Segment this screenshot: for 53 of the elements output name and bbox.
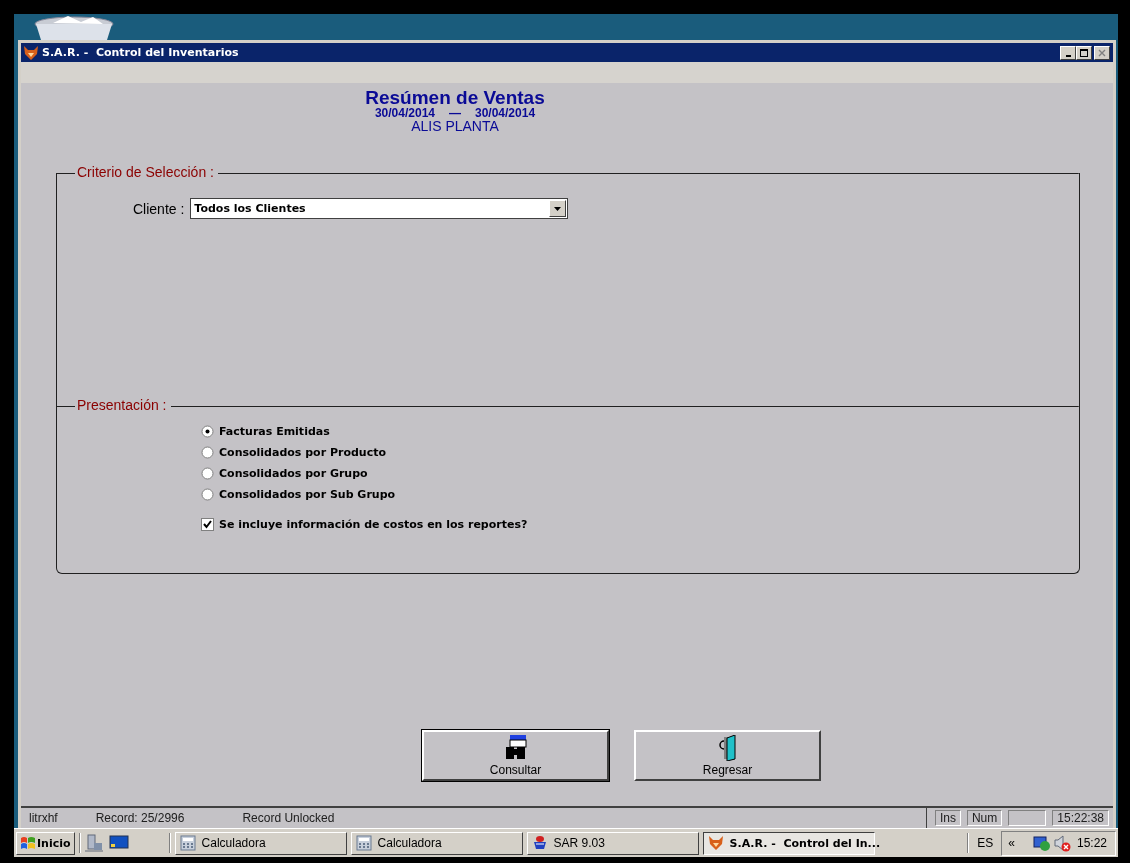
tray-toggle[interactable]: «	[1008, 836, 1015, 850]
radio-option[interactable]: Consolidados por Sub Grupo	[201, 484, 1079, 505]
windows-flag-icon	[20, 835, 36, 851]
taskbar-button[interactable]: SAR 9.03	[526, 831, 699, 855]
date-separator: —	[449, 107, 461, 119]
back-button[interactable]: Regresar	[634, 730, 821, 781]
maximize-button[interactable]	[1076, 45, 1092, 60]
network-icon[interactable]	[1032, 834, 1051, 852]
fox-icon	[23, 44, 39, 61]
dropdown-button[interactable]	[549, 200, 567, 217]
location-name: ALIS PLANTA	[411, 119, 499, 134]
record-count: Record: 25/2996	[95, 811, 185, 825]
group-title: Criterio de Selección :	[76, 165, 215, 179]
close-icon	[1098, 48, 1106, 57]
radio-option[interactable]: Facturas Emitidas	[201, 421, 1079, 442]
lock-status: Record Unlocked	[242, 811, 335, 825]
start-button[interactable]: Inicio	[16, 831, 75, 855]
taskbar-button[interactable]: Calculadora	[350, 831, 523, 855]
fox-icon	[707, 835, 724, 851]
radio-option[interactable]: Consolidados por Producto	[201, 442, 1079, 463]
door-icon	[717, 734, 738, 761]
minimize-button[interactable]	[1060, 45, 1076, 60]
radio-button[interactable]	[201, 488, 214, 501]
language-indicator[interactable]: ES	[973, 836, 998, 850]
status-indicator: Ins	[934, 810, 961, 826]
close-button[interactable]	[1094, 45, 1110, 60]
maximize-icon	[1080, 48, 1088, 57]
checkbox[interactable]	[201, 518, 214, 531]
date-from: 30/04/2014	[374, 107, 435, 119]
status-indicator: Num	[966, 810, 1003, 826]
report-title: Resúmen de Ventas	[365, 88, 545, 107]
user-name: litrxhf	[29, 811, 58, 825]
client-dropdown[interactable]: Todos los Clientes	[190, 198, 569, 219]
desktop-icon[interactable]	[108, 834, 129, 850]
radio-option[interactable]: Consolidados por Grupo	[201, 463, 1079, 484]
field-label: Cliente :	[133, 200, 185, 217]
clock: 15:22	[1076, 836, 1107, 850]
radio-button[interactable]	[201, 446, 214, 459]
date-to: 30/04/2014	[475, 107, 536, 119]
window-title: S.A.R. - Control del Inventarios	[42, 46, 240, 59]
radio-button[interactable]	[201, 467, 214, 480]
minimize-icon	[1065, 54, 1071, 57]
muted-speaker-icon[interactable]	[1052, 834, 1071, 852]
calculator-icon	[355, 835, 372, 851]
status-clock: 15:22:38	[1052, 810, 1109, 826]
query-button[interactable]: Consultar	[422, 730, 609, 781]
taskbar-button[interactable]: Calculadora	[174, 831, 347, 855]
group-title: Presentación :	[76, 398, 168, 412]
caret-icon	[554, 206, 562, 211]
calculator-icon	[179, 835, 196, 851]
checkbox-option[interactable]: Se incluye información de costos en los reportes?	[201, 514, 1079, 535]
radio-button[interactable]	[201, 425, 214, 438]
status-panel	[1008, 810, 1047, 826]
